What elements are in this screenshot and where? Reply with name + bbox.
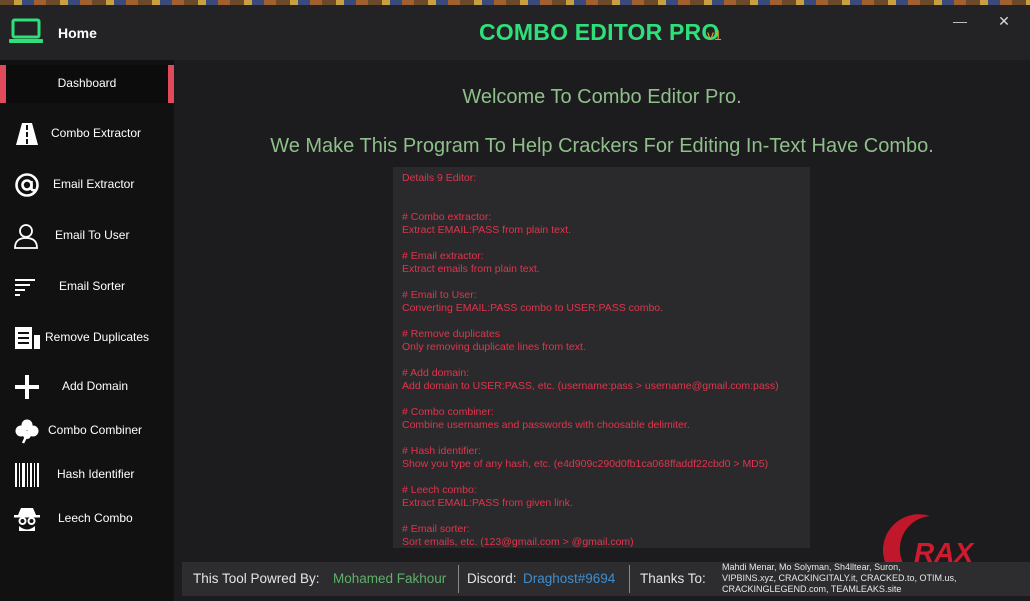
home-label[interactable]: Home	[58, 25, 97, 41]
sidebar-item-email-to-user[interactable]: Email To User	[0, 214, 174, 258]
details-line: Details 9 Editor:	[402, 172, 477, 184]
details-line: # Combo extractor:	[402, 211, 492, 223]
thanks-label: Thanks To:	[640, 571, 706, 586]
clover-icon	[15, 419, 39, 444]
details-line: # Combo combiner:	[402, 406, 494, 418]
details-line: Only removing duplicate lines from text.	[402, 341, 586, 353]
sidebar-item-hash-identifier[interactable]: Hash Identifier	[0, 453, 174, 497]
sidebar-item-label: Dashboard	[57, 76, 117, 90]
details-line: Add domain to USER:PASS, etc. (username:…	[402, 380, 779, 392]
sidebar-item-label: Email Extractor	[53, 177, 135, 191]
sidebar-item-label: Combo Extractor	[51, 126, 142, 140]
footer-bar: This Tool Powred By: Mohamed Fakhour Dis…	[182, 562, 1030, 596]
app-version: v1	[707, 27, 722, 43]
details-line: # Email to User:	[402, 289, 477, 301]
details-line: Converting EMAIL:PASS combo to USER:PASS…	[402, 302, 664, 314]
footer-divider	[629, 565, 630, 593]
close-button[interactable]: ✕	[994, 13, 1014, 33]
title-bar: Home COMBO EDITOR PRO v1 — ✕	[0, 5, 1030, 60]
laptop-icon[interactable]	[9, 18, 43, 44]
sidebar-item-label: Hash Identifier	[57, 467, 135, 481]
details-line: # Remove duplicates	[402, 328, 501, 340]
thanks-line: CRACKINGLEGEND.com, TEAMLEAKS.site	[722, 584, 902, 594]
at-sign-icon	[15, 173, 39, 197]
documents-icon	[15, 327, 40, 349]
sidebar-item-email-extractor[interactable]: Email Extractor	[0, 163, 174, 207]
details-line: Combine usernames and passwords with cho…	[402, 419, 690, 431]
minimize-button[interactable]: —	[951, 13, 969, 33]
user-icon	[14, 224, 38, 249]
sidebar-item-label: Add Domain	[62, 379, 129, 393]
thanks-list: Mahdi Menar, Mo Solyman, Sh4lltear, Suro…	[722, 562, 1022, 595]
sidebar-item-dashboard[interactable]: Dashboard	[0, 65, 174, 103]
plus-icon	[15, 375, 39, 399]
barcode-icon	[15, 463, 39, 487]
thanks-line: Mahdi Menar, Mo Solyman, Sh4lltear, Suro…	[722, 562, 901, 572]
sidebar: Dashboard Combo Extractor Email Extracto…	[0, 60, 174, 601]
spy-icon	[14, 508, 40, 531]
sidebar-item-label: Combo Combiner	[48, 423, 143, 437]
author-name[interactable]: Mohamed Fakhour	[333, 571, 446, 586]
footer-divider	[458, 565, 459, 593]
sidebar-item-label: Remove Duplicates	[45, 330, 150, 344]
welcome-heading: Welcome To Combo Editor Pro.	[462, 86, 742, 108]
discord-label: Discord:	[467, 571, 517, 586]
details-line: Extract EMAIL:PASS from plain text.	[402, 224, 572, 236]
details-line: Extract EMAIL:PASS from given link.	[402, 497, 573, 509]
details-line: Sort emails, etc. (123@gmail.com > @gmai…	[402, 536, 634, 548]
app-title: COMBO EDITOR PRO	[479, 19, 720, 45]
sidebar-item-remove-duplicates[interactable]: Remove Duplicates	[0, 316, 174, 360]
details-line: # Email extractor:	[402, 250, 484, 262]
details-line: # Add domain:	[402, 367, 470, 379]
sidebar-item-label: Email To User	[55, 228, 130, 242]
details-line: # Hash identifier:	[402, 445, 481, 457]
details-line: # Email sorter:	[402, 523, 470, 535]
details-line: Show you type of any hash, etc. (e4d909c…	[402, 458, 769, 470]
sidebar-item-label: Email Sorter	[59, 279, 126, 293]
details-line: Extract emails from plain text.	[402, 263, 540, 275]
road-icon	[16, 123, 38, 145]
sidebar-item-label: Leech Combo	[58, 511, 133, 525]
sort-lines-icon	[15, 279, 35, 296]
tagline-heading: We Make This Program To Help Crackers Fo…	[270, 135, 934, 157]
details-line: # Leech combo:	[402, 484, 477, 496]
sidebar-item-email-sorter[interactable]: Email Sorter	[0, 265, 174, 309]
discord-handle[interactable]: Draghost#9694	[523, 571, 615, 586]
sidebar-item-combo-combiner[interactable]: Combo Combiner	[0, 409, 174, 453]
thanks-line: VIPBINS.xyz, CRACKINGITALY.it, CRACKED.t…	[722, 573, 957, 583]
sidebar-item-combo-extractor[interactable]: Combo Extractor	[0, 112, 174, 156]
sidebar-item-leech-combo[interactable]: Leech Combo	[0, 497, 174, 541]
details-textbox[interactable]: Details 9 Editor: # Combo extractor: Extra…	[393, 167, 810, 548]
powered-by-label: This Tool Powred By:	[193, 571, 320, 586]
sidebar-item-add-domain[interactable]: Add Domain	[0, 365, 174, 409]
